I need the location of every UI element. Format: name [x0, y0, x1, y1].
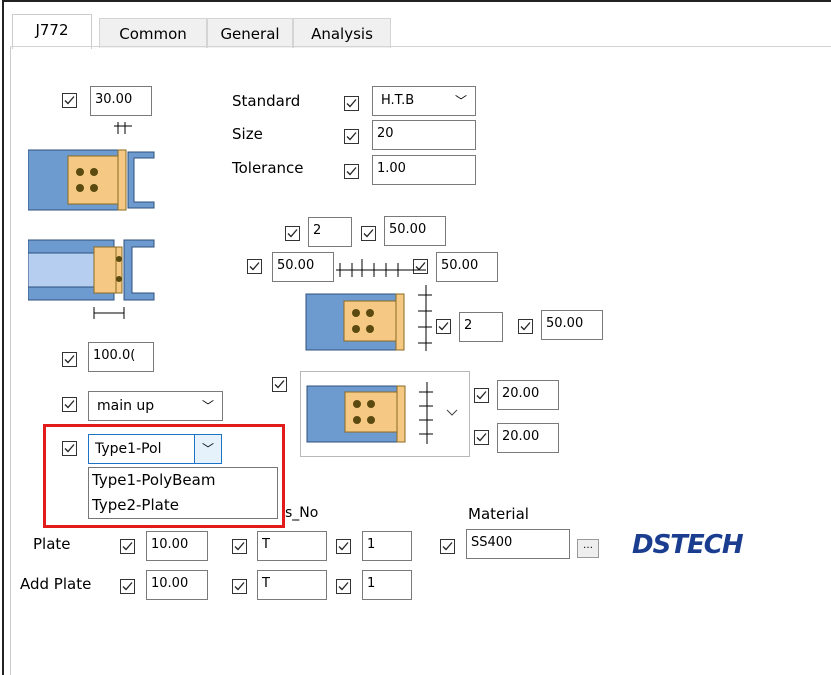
tolerance-checkbox[interactable] — [344, 164, 359, 179]
add-plate-no-field[interactable]: 1 — [362, 570, 412, 600]
dstech-logo: DSTECH — [632, 530, 744, 560]
bolt-row-count-checkbox[interactable] — [285, 226, 300, 241]
stiffener-diagram — [306, 382, 458, 444]
add-plate-grade-checkbox[interactable] — [232, 579, 247, 594]
add-plate-no-checkbox[interactable] — [336, 579, 351, 594]
edge-left-checkbox[interactable] — [247, 259, 262, 274]
size-checkbox[interactable] — [344, 129, 359, 144]
edge-right-field[interactable]: 50.00 — [436, 252, 498, 282]
stiff-top-field[interactable]: 20.00 — [497, 380, 559, 410]
tolerance-label: Tolerance — [232, 159, 304, 177]
size-field[interactable]: 20 — [372, 120, 476, 150]
plate-no-checkbox[interactable] — [336, 539, 351, 554]
connection-diagram — [305, 259, 432, 351]
bolt-col-pitch-checkbox[interactable] — [518, 319, 533, 334]
tab-common[interactable]: Common — [99, 18, 207, 48]
standard-checkbox[interactable] — [344, 96, 359, 111]
beam-side-diagram — [28, 239, 155, 319]
ellipsis-button[interactable]: … — [577, 539, 599, 558]
size-label: Size — [232, 125, 263, 143]
plate-grade-checkbox[interactable] — [232, 539, 247, 554]
tab-j772[interactable]: J772 — [12, 14, 92, 49]
chevron-down-icon: ﹀ — [454, 94, 467, 108]
add-plate-thick-checkbox[interactable] — [120, 579, 135, 594]
plate-material-field[interactable]: SS400 — [466, 529, 570, 559]
plate-thick-field[interactable]: 10.00 — [146, 531, 208, 561]
plate-material-checkbox[interactable] — [440, 539, 455, 554]
add-plate-label: Add Plate — [20, 575, 92, 593]
stiffener-checkbox[interactable] — [272, 377, 287, 392]
stiff-bottom-field[interactable]: 20.00 — [497, 423, 559, 453]
position-combo-value: main up — [97, 398, 155, 414]
material-header: Material — [468, 505, 529, 523]
top-gap-field[interactable]: 30.00 — [90, 86, 152, 116]
tolerance-field[interactable]: 1.00 — [372, 155, 476, 185]
position-checkbox[interactable] — [62, 397, 77, 412]
stiffener-diagram-combo[interactable] — [300, 371, 470, 457]
stiff-top-checkbox[interactable] — [474, 388, 489, 403]
tab-analysis[interactable]: Analysis — [293, 18, 391, 48]
add-plate-grade-field[interactable]: T — [257, 570, 327, 600]
tab-general[interactable]: General — [207, 18, 293, 48]
position-combo[interactable]: main up ﹀ — [88, 391, 223, 421]
bolt-col-pitch-field[interactable]: 50.00 — [541, 310, 603, 340]
plate-grade-field[interactable]: T — [257, 531, 327, 561]
bolt-col-count-field[interactable]: 2 — [459, 312, 503, 342]
top-gap-checkbox[interactable] — [62, 93, 77, 108]
standard-combo[interactable]: H.T.B ﹀ — [372, 86, 476, 116]
standard-combo-value: H.T.B — [381, 93, 415, 108]
highlight-box — [43, 424, 285, 528]
add-plate-thick-field[interactable]: 10.00 — [146, 570, 208, 600]
bolt-row-pitch-field[interactable]: 50.00 — [384, 216, 446, 246]
chevron-down-icon: ﹀ — [201, 399, 214, 413]
length-checkbox[interactable] — [62, 352, 77, 367]
plate-thick-checkbox[interactable] — [120, 539, 135, 554]
plate-label: Plate — [33, 535, 71, 553]
length-field[interactable]: 100.0( — [88, 342, 154, 372]
bolt-row-pitch-checkbox[interactable] — [361, 226, 376, 241]
standard-label: Standard — [232, 92, 301, 110]
bolt-row-count-field[interactable]: 2 — [308, 217, 352, 247]
no-header: s_No — [285, 505, 319, 521]
plate-no-field[interactable]: 1 — [362, 531, 412, 561]
stiff-bottom-checkbox[interactable] — [474, 430, 489, 445]
bolt-col-count-checkbox[interactable] — [436, 319, 451, 334]
